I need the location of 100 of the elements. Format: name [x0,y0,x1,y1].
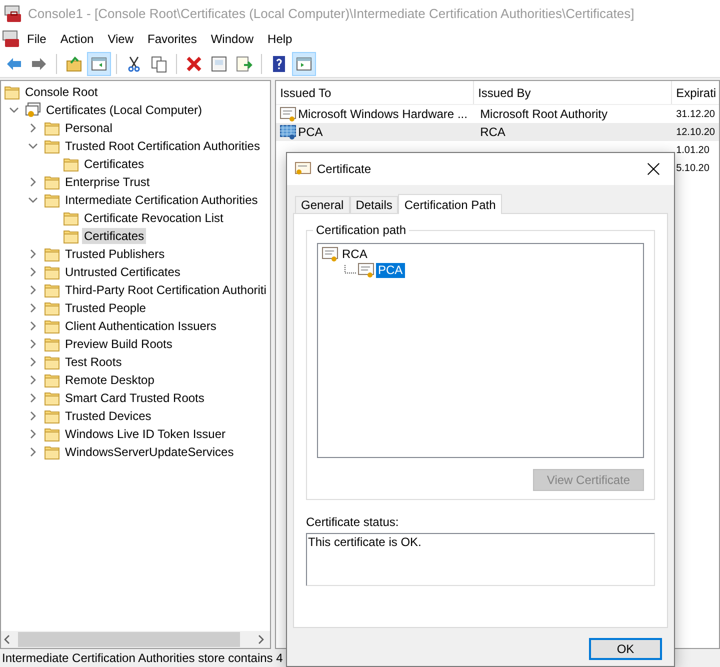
chevron-icon[interactable] [29,249,37,259]
scroll-right-icon[interactable] [258,635,264,644]
chevron-icon[interactable] [29,267,37,277]
properties-icon [210,54,228,72]
scrollbar-thumb[interactable] [18,632,240,647]
tree-item[interactable]: Certificates [82,228,146,244]
tree-item[interactable]: Preview Build Roots [63,336,174,352]
chevron-icon[interactable] [29,375,37,385]
horizontal-scrollbar[interactable] [1,631,270,648]
up-folder-icon [65,54,83,72]
chevron-icon[interactable] [28,142,38,150]
chevron-icon[interactable] [28,196,38,204]
folder-icon [63,210,79,226]
folder-icon [44,354,60,370]
help-icon [270,54,288,72]
folder-icon [44,318,60,334]
dialog-title: Certificate [317,161,372,178]
tree-item[interactable]: Third-Party Root Certification Authoriti [63,282,268,298]
tree-item[interactable]: Personal [63,120,114,136]
action-pane-icon [295,54,313,72]
folder-icon [44,336,60,352]
column-header[interactable]: Expirati [672,81,716,104]
status-label: Certificate status: [306,514,400,530]
chevron-icon[interactable] [29,123,37,133]
tree-item[interactable]: Test Roots [63,354,124,370]
chevron-icon[interactable] [29,339,37,349]
table-cell[interactable]: PCA [298,123,323,141]
toolbar-button[interactable] [87,52,111,76]
table-cell-text: 5.10.20 [675,162,710,176]
folder-icon [44,282,60,298]
tree-item[interactable]: Trusted Publishers [63,246,167,262]
column-header[interactable]: Issued To [276,81,474,104]
folder-icon [44,372,60,388]
folder-icon [44,138,60,154]
chevron-icon[interactable] [29,357,37,367]
certificate-icon [280,124,296,140]
tree-item[interactable]: Smart Card Trusted Roots [63,390,206,406]
menu-item[interactable]: File [20,30,54,48]
tree-item[interactable]: WindowsServerUpdateServices [63,444,236,460]
tree-item[interactable]: Certificate Revocation List [82,210,226,226]
menu-item[interactable]: Action [53,30,101,48]
table-cell: Microsoft Root Authority [480,107,608,121]
tab[interactable]: Details [350,196,398,213]
status-text: Intermediate Certification Authorities store contains 4 [2,650,283,667]
folder-icon [44,192,60,208]
tree-item[interactable]: Trusted People [63,300,148,316]
chevron-icon[interactable] [29,303,37,313]
certificate-icon [358,262,374,278]
tree-item[interactable]: Certificates (Local Computer) [44,102,204,118]
chevron-icon[interactable] [29,321,37,331]
tree-item[interactable]: Client Authentication Issuers [63,318,218,334]
chevron-icon[interactable] [29,177,37,187]
path-tree[interactable]: RCA PCA [317,243,644,458]
chevron-icon[interactable] [29,393,37,403]
folder-icon [44,300,60,316]
table-cell[interactable]: Microsoft Windows Hardware ... [298,105,468,123]
path-item[interactable]: RCA [340,246,370,262]
tree-item[interactable]: Intermediate Certification Authorities [63,192,260,208]
table-cell: RCA [480,125,506,139]
close-icon[interactable] [646,161,662,177]
tab[interactable]: General [295,196,350,213]
tree-item[interactable]: Trusted Devices [63,408,154,424]
chevron-icon[interactable] [29,285,37,295]
status-box: This certificate is OK. [306,533,655,586]
folder-icon [63,228,79,244]
menu-item[interactable]: Help [260,30,300,48]
delete-icon [185,54,203,72]
console-tree-icon [90,54,108,72]
menu-item[interactable]: Window [204,30,261,48]
window-title: Console1 - [Console Root\Certificates (Local Computer)\Intermediate Certification Authorities\Certificates] [28,5,634,24]
tree-item[interactable]: Untrusted Certificates [63,264,182,280]
folder-icon [44,264,60,280]
column-header[interactable]: Issued By [474,81,672,104]
tree-item[interactable]: Certificates [82,156,146,172]
tree-item[interactable]: Remote Desktop [63,372,156,388]
tree-item[interactable]: Windows Live ID Token Issuer [63,426,228,442]
folder-icon [4,84,20,100]
chevron-icon[interactable] [9,106,19,114]
table-cell-text: 1.01.20 [675,144,710,158]
scroll-left-icon[interactable] [4,635,10,644]
tree-connector-icon [344,265,356,275]
path-item[interactable]: PCA [376,262,405,278]
ok-button[interactable]: OK [589,638,662,660]
tree-item[interactable]: Enterprise Trust [63,174,152,190]
menu-item[interactable]: Favorites [140,30,204,48]
toolbar-button[interactable] [292,52,316,76]
app-icon[interactable] [2,30,20,48]
chevron-icon[interactable] [29,411,37,421]
tree-item[interactable]: Trusted Root Certification Authorities [63,138,262,154]
certificate-store-icon [25,102,41,118]
tree-item[interactable]: Console Root [23,84,100,100]
certificate-icon [322,246,338,262]
chevron-icon[interactable] [29,447,37,457]
chevron-icon[interactable] [29,429,37,439]
tab[interactable]: Certification Path [398,194,502,214]
folder-icon [44,426,60,442]
folder-icon [44,390,60,406]
menu-item[interactable]: View [100,30,140,48]
certificate-icon [295,162,311,176]
table-cell-text: 31.12.20 [675,108,716,122]
